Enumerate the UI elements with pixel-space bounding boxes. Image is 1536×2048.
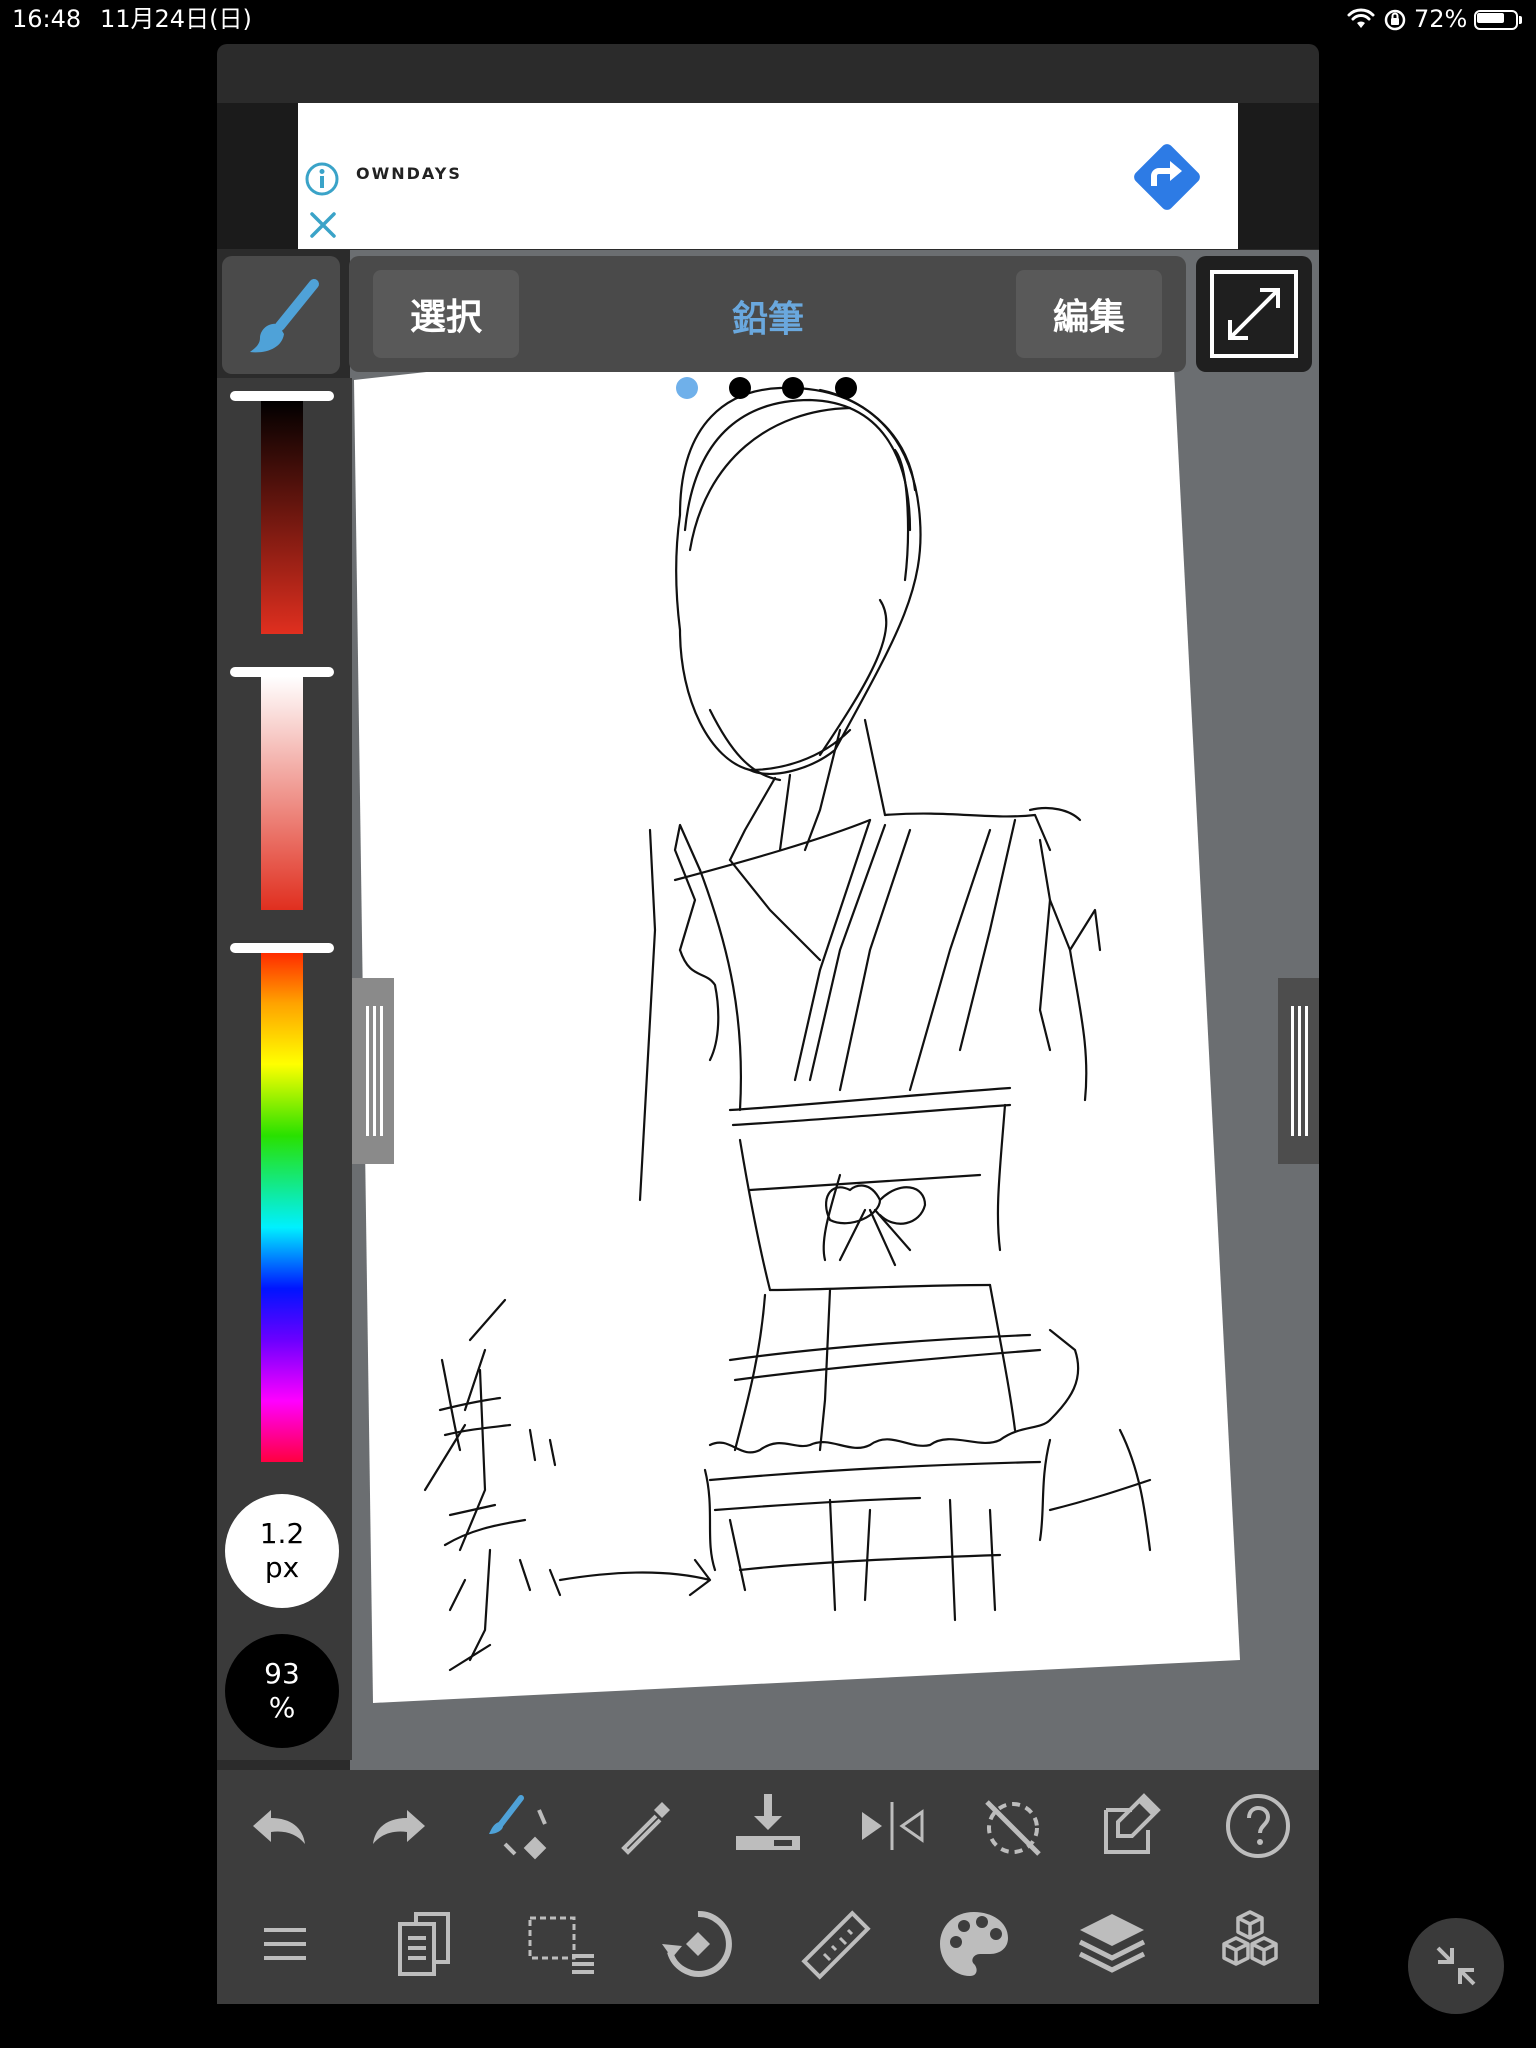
help-icon[interactable] [1218, 1786, 1298, 1866]
left-panel-grip[interactable] [352, 978, 394, 1164]
redo-icon[interactable] [359, 1786, 439, 1866]
brush-tool-button[interactable] [222, 256, 340, 374]
ruler-icon[interactable] [796, 1904, 876, 1984]
edit-mode-button[interactable]: 編集 [1016, 270, 1162, 358]
eyedropper-icon[interactable] [606, 1786, 686, 1866]
brush-opacity-unit: % [268, 1691, 296, 1724]
screen: 16:48 11月24日(日) 72% OWNDAYS 1.2 px 93 % … [0, 0, 1536, 2048]
status-time: 16:48 [12, 5, 82, 33]
brush-eraser-icon[interactable] [483, 1786, 563, 1866]
hue-handle[interactable] [230, 943, 334, 953]
page-dot-1[interactable] [676, 377, 698, 399]
brightness-slider[interactable] [261, 400, 303, 634]
right-panel-grip[interactable] [1278, 978, 1319, 1164]
fullscreen-button[interactable] [1196, 256, 1312, 372]
palette-icon[interactable] [934, 1904, 1014, 1984]
flip-icon[interactable] [852, 1786, 932, 1866]
hue-slider[interactable] [261, 952, 303, 1462]
saturation-handle[interactable] [230, 667, 334, 677]
brush-icon [250, 279, 319, 353]
select-mode-button[interactable]: 選択 [373, 270, 519, 358]
ad-brand-text: OWNDAYS [356, 164, 462, 183]
page-dot-3[interactable] [782, 377, 804, 399]
brush-opacity-button[interactable]: 93 % [225, 1634, 339, 1748]
brush-size-button[interactable]: 1.2 px [225, 1494, 339, 1608]
import-icon[interactable] [728, 1786, 808, 1866]
brush-opacity-value: 93 [264, 1657, 300, 1690]
saturation-slider[interactable] [261, 676, 303, 910]
close-icon[interactable] [308, 210, 338, 240]
collapse-icon [1436, 1946, 1476, 1986]
selection-icon[interactable] [522, 1904, 602, 1984]
brightness-handle[interactable] [230, 391, 334, 401]
transform-icon[interactable] [658, 1904, 738, 1984]
rotate-reset-icon[interactable] [973, 1786, 1053, 1866]
menu-icon[interactable] [246, 1904, 326, 1984]
status-date: 11月24日(日) [100, 5, 252, 33]
brush-size-unit: px [264, 1551, 300, 1584]
page-dot-4[interactable] [835, 377, 857, 399]
drawing-canvas[interactable] [350, 250, 1319, 1770]
pages-icon[interactable] [384, 1904, 464, 1984]
expand-icon [1210, 270, 1298, 358]
info-icon[interactable] [305, 162, 339, 196]
materials-icon[interactable] [1210, 1904, 1290, 1984]
orientation-lock-icon [1383, 8, 1407, 32]
undo-icon[interactable] [239, 1786, 319, 1866]
page-dot-2[interactable] [729, 377, 751, 399]
directions-icon[interactable] [1126, 136, 1208, 218]
wifi-icon [1346, 8, 1376, 30]
battery-icon [1474, 10, 1526, 30]
edit-layer-icon[interactable] [1096, 1786, 1176, 1866]
battery-percent: 72% [1414, 5, 1468, 33]
brush-size-value: 1.2 [259, 1517, 305, 1550]
current-tool-label[interactable]: 鉛筆 [732, 290, 804, 342]
collapse-fullscreen-button[interactable] [1408, 1918, 1504, 2014]
layers-icon[interactable] [1072, 1904, 1152, 1984]
